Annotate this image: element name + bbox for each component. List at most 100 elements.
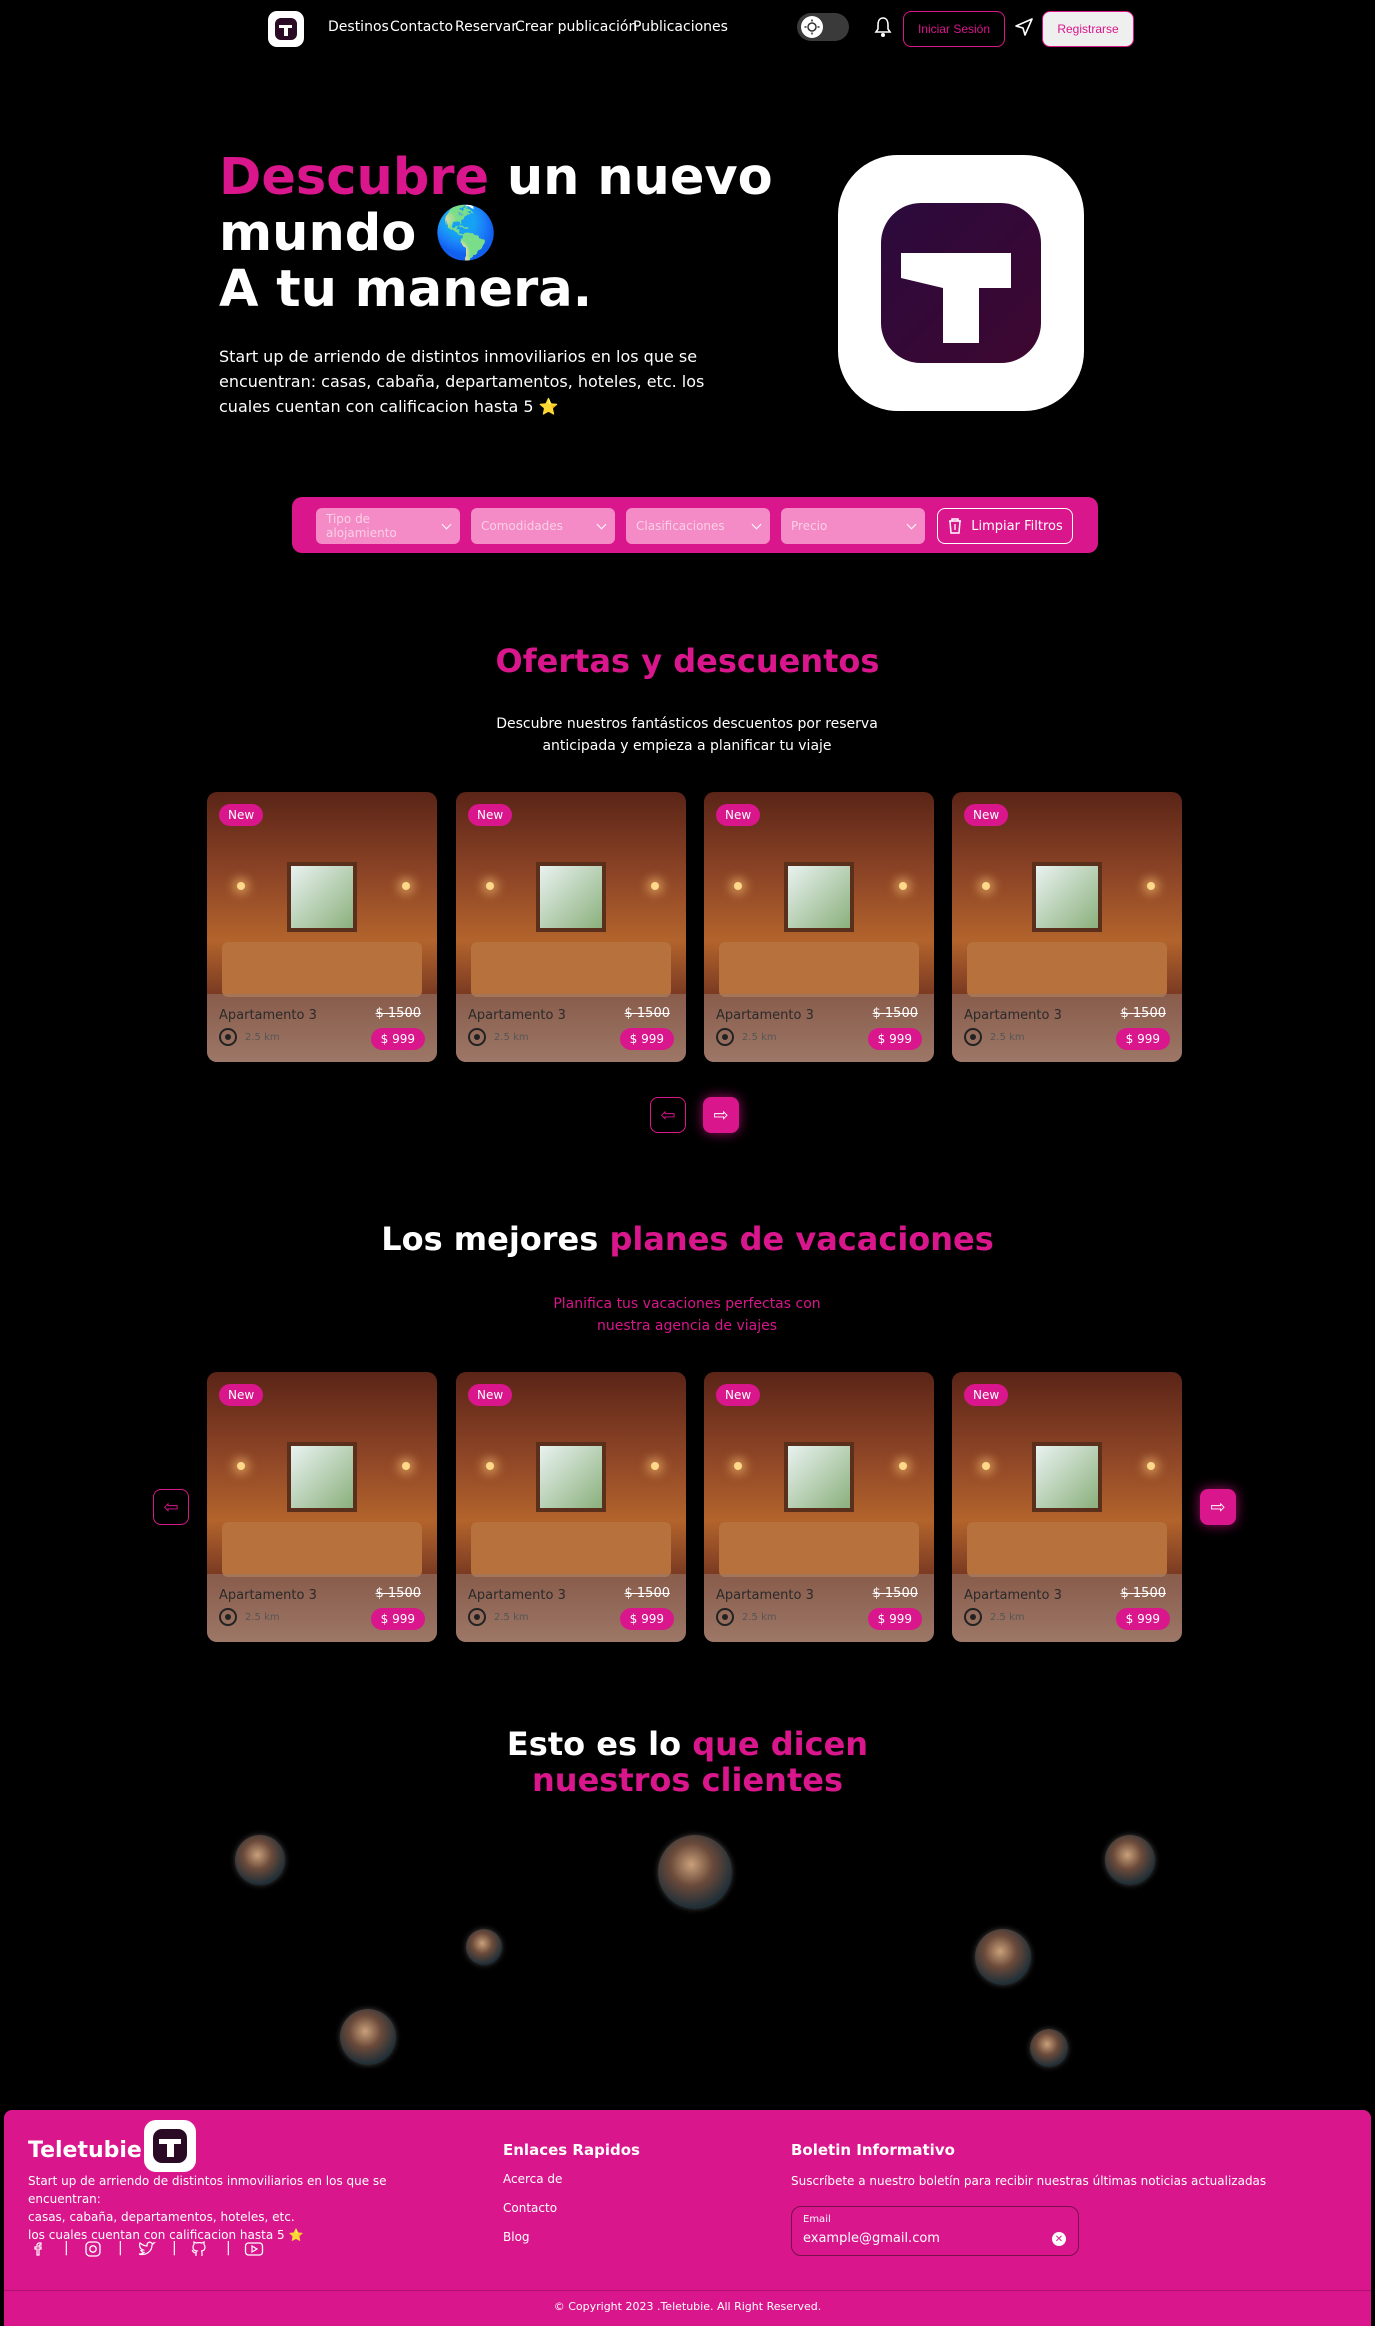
offers-title: Ofertas y descuentos — [495, 642, 880, 680]
logo-icon[interactable] — [268, 11, 304, 47]
plans-title-pink: planes de vacaciones — [609, 1220, 994, 1258]
nav-link-reservar[interactable]: Reservar — [455, 19, 517, 35]
avatar[interactable] — [235, 1835, 285, 1885]
newsletter-title: Boletin Informativo — [791, 2141, 955, 2159]
location-icon — [219, 1028, 237, 1046]
card-image — [536, 1442, 606, 1512]
offer-card[interactable]: New Apartamento 3 $ 1500 2.5 km $ 999 — [704, 792, 934, 1062]
plans-next-button[interactable]: ⇨ — [1200, 1489, 1236, 1525]
card-price[interactable]: $ 999 — [370, 1608, 425, 1630]
card-image-lamp — [982, 1462, 990, 1470]
location-icon — [219, 1608, 237, 1626]
divider — [4, 2290, 1371, 2291]
offers-prev-button[interactable]: ⇦ — [650, 1097, 686, 1133]
hero-title-rest: un nuevo — [489, 148, 773, 207]
email-input[interactable]: example@gmail.com — [803, 2231, 940, 2246]
price-select[interactable]: Precio — [781, 508, 925, 544]
plan-card[interactable]: New Apartamento 3 $ 1500 2.5 km $ 999 — [207, 1372, 437, 1642]
footer-link-blog[interactable]: Blog — [503, 2230, 530, 2244]
avatar[interactable] — [1105, 1835, 1155, 1885]
card-old-price: $ 1500 — [375, 1586, 422, 1601]
github-icon[interactable] — [190, 2240, 210, 2260]
card-image — [784, 1442, 854, 1512]
footer-link-contact[interactable]: Contacto — [503, 2201, 557, 2215]
amenities-select[interactable]: Comodidades — [471, 508, 615, 544]
location-icon — [468, 1608, 486, 1626]
youtube-icon[interactable] — [244, 2240, 264, 2260]
card-image-lamp — [402, 1462, 410, 1470]
card-title: Apartamento 3 — [219, 1008, 317, 1023]
chevron-down-icon — [441, 519, 452, 529]
nav-link-publicaciones[interactable]: Publicaciones — [633, 19, 728, 35]
card-price[interactable]: $ 999 — [1115, 1028, 1170, 1050]
avatar[interactable] — [658, 1835, 732, 1909]
separator: | — [64, 2240, 69, 2256]
card-title: Apartamento 3 — [219, 1588, 317, 1603]
signup-button[interactable]: Registrarse — [1042, 11, 1134, 47]
avatar[interactable] — [975, 1929, 1031, 1985]
card-price[interactable]: $ 999 — [370, 1028, 425, 1050]
nav-link-destinos[interactable]: Destinos — [328, 19, 389, 35]
offer-card[interactable]: New Apartamento 3 $ 1500 2.5 km $ 999 — [952, 792, 1182, 1062]
card-image-lamp — [1147, 882, 1155, 890]
new-badge: New — [716, 804, 761, 826]
plan-card[interactable]: New Apartamento 3 $ 1500 2.5 km $ 999 — [456, 1372, 686, 1642]
accommodation-type-label: Tipo de alojamiento — [326, 512, 397, 540]
location-icon — [716, 1028, 734, 1046]
card-price[interactable]: $ 999 — [1115, 1608, 1170, 1630]
arrow-left-icon: ⇦ — [660, 1104, 676, 1126]
clear-filters-button[interactable]: Limpiar Filtros — [937, 508, 1073, 544]
avatar[interactable] — [1030, 2029, 1068, 2067]
card-old-price: $ 1500 — [872, 1006, 919, 1021]
separator: | — [118, 2240, 123, 2256]
close-icon[interactable]: ✕ — [1052, 2232, 1066, 2246]
card-image-bed — [967, 1522, 1167, 1577]
plans-subtitle-line1: Planifica tus vacaciones perfectas con — [553, 1296, 821, 1312]
offers-next-button[interactable]: ⇨ — [703, 1097, 739, 1133]
new-badge: New — [468, 804, 513, 826]
card-distance: 2.5 km — [245, 1032, 280, 1043]
card-image-lamp — [237, 1462, 245, 1470]
card-price[interactable]: $ 999 — [867, 1028, 922, 1050]
testimonials-title: Esto es lo que dicen nuestros clientes — [0, 1726, 1375, 1798]
card-image-bed — [471, 942, 671, 997]
send-icon[interactable] — [1014, 17, 1036, 39]
offer-card[interactable]: New Apartamento 3 $ 1500 2.5 km $ 999 — [456, 792, 686, 1062]
avatar[interactable] — [340, 2009, 396, 2065]
new-badge: New — [468, 1384, 513, 1406]
card-image-lamp — [734, 1462, 742, 1470]
card-price[interactable]: $ 999 — [867, 1608, 922, 1630]
card-price[interactable]: $ 999 — [619, 1608, 674, 1630]
card-title: Apartamento 3 — [716, 1588, 814, 1603]
card-image — [1032, 1442, 1102, 1512]
plans-subtitle-line2: nuestra agencia de viajes — [597, 1318, 777, 1334]
nav-link-crear-publicacion[interactable]: Crear publicación — [515, 19, 637, 35]
ratings-select[interactable]: Clasificaciones — [626, 508, 770, 544]
instagram-icon[interactable] — [84, 2240, 104, 2260]
card-image-lamp — [651, 882, 659, 890]
card-image-lamp — [982, 882, 990, 890]
plan-card[interactable]: New Apartamento 3 $ 1500 2.5 km $ 999 — [952, 1372, 1182, 1642]
card-old-price: $ 1500 — [1120, 1586, 1167, 1601]
facebook-icon[interactable] — [30, 2240, 50, 2260]
plans-prev-button[interactable]: ⇦ — [153, 1489, 189, 1525]
bell-icon[interactable] — [873, 16, 893, 38]
footer-link-about[interactable]: Acerca de — [503, 2172, 562, 2186]
plan-card[interactable]: New Apartamento 3 $ 1500 2.5 km $ 999 — [704, 1372, 934, 1642]
newsletter-description: Suscríbete a nuestro boletín para recibi… — [791, 2174, 1267, 2188]
card-image — [536, 862, 606, 932]
testimonials-title-pink-2: nuestros clientes — [532, 1761, 843, 1799]
card-price[interactable]: $ 999 — [619, 1028, 674, 1050]
card-image-bed — [471, 1522, 671, 1577]
twitter-icon[interactable] — [137, 2240, 157, 2260]
avatar[interactable] — [466, 1929, 502, 1965]
card-image-bed — [222, 1522, 422, 1577]
accommodation-type-select[interactable]: Tipo de alojamiento — [316, 508, 460, 544]
card-image-lamp — [486, 882, 494, 890]
login-button[interactable]: Iniciar Sesión — [903, 11, 1005, 47]
sun-icon — [801, 16, 823, 38]
nav-link-contacto[interactable]: Contacto — [390, 19, 453, 35]
card-distance: 2.5 km — [494, 1032, 529, 1043]
offer-card[interactable]: New Apartamento 3 $ 1500 2.5 km $ 999 — [207, 792, 437, 1062]
card-image-bed — [222, 942, 422, 997]
